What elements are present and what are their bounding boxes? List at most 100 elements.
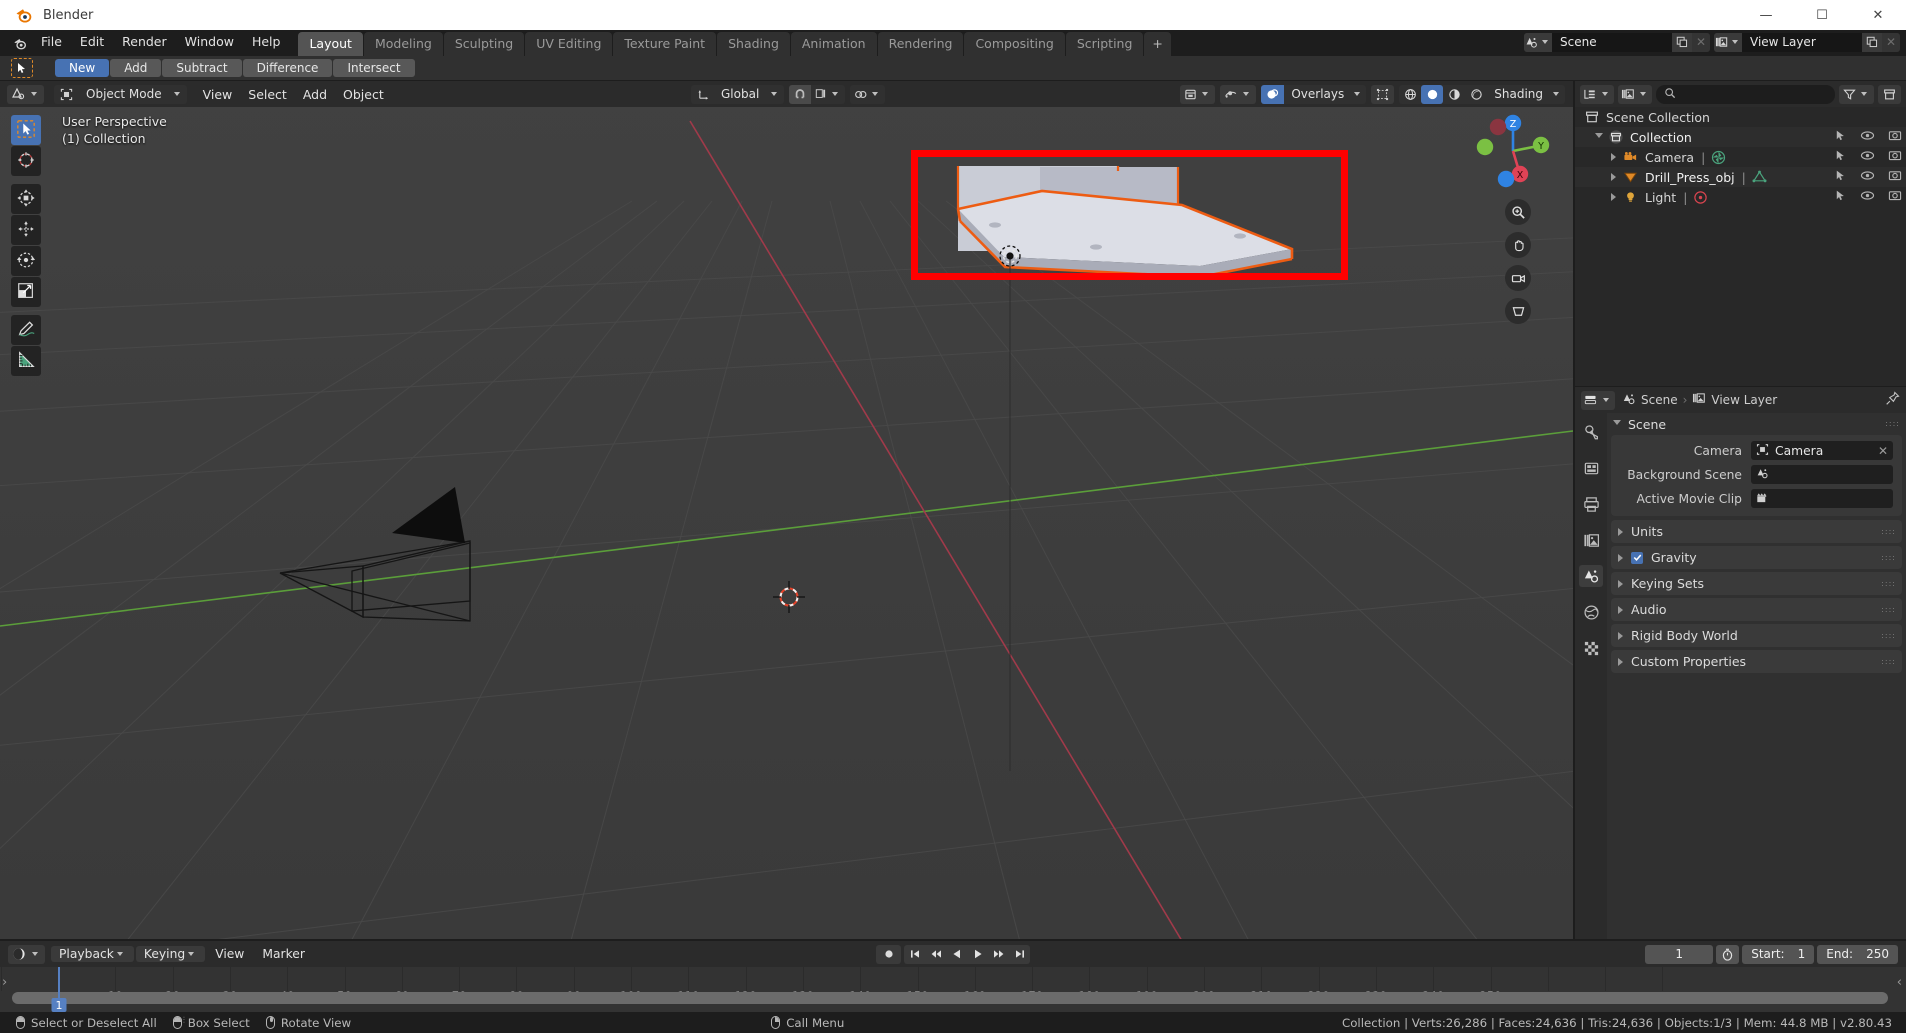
filter-icon[interactable] — [1839, 84, 1874, 104]
toggle-perspective-icon[interactable] — [1505, 298, 1531, 324]
chevron-right-icon[interactable] — [1618, 605, 1623, 614]
properties-editor[interactable]: Scene › View Layer Scene:::: Camera Cam… — [1575, 387, 1906, 939]
viewport-menu-view[interactable]: View — [195, 86, 241, 103]
tab-layout[interactable]: Layout — [298, 32, 363, 56]
breadcrumb-scene-label[interactable]: Scene — [1641, 393, 1678, 407]
panel-gravity[interactable]: Gravity :::: — [1611, 546, 1902, 569]
shading-rendered-icon[interactable] — [1465, 85, 1487, 104]
bool-mode-intersect[interactable]: Intersect — [333, 59, 415, 77]
panel-keying-sets[interactable]: Keying Sets :::: — [1611, 572, 1902, 595]
timeline-collapse-arrow-icon[interactable]: ‹ — [1897, 975, 1902, 990]
panel-custom-properties[interactable]: Custom Properties :::: — [1611, 650, 1902, 673]
duplicate-icon[interactable] — [1862, 32, 1882, 52]
eye-icon[interactable] — [1860, 189, 1875, 205]
tab-scripting[interactable]: Scripting — [1065, 32, 1144, 56]
tab-animation[interactable]: Animation — [790, 32, 877, 56]
tab-compositing[interactable]: Compositing — [964, 32, 1065, 56]
viewport-menu-select[interactable]: Select — [240, 86, 295, 103]
properties-editor-icon[interactable] — [1581, 390, 1615, 410]
annotate-tool[interactable] — [11, 315, 41, 345]
snap-increment-icon[interactable] — [811, 88, 845, 100]
add-workspace-button[interactable]: + — [1144, 32, 1171, 56]
chevron-right-icon[interactable] — [1618, 657, 1623, 666]
properties-tab-output[interactable] — [1579, 493, 1603, 515]
outliner-row-scene-collection[interactable]: Scene Collection — [1575, 107, 1906, 127]
camera-data-icon[interactable] — [1711, 150, 1726, 165]
eye-icon[interactable] — [1860, 129, 1875, 145]
shading-wireframe-icon[interactable] — [1399, 85, 1421, 104]
chevron-right-icon[interactable] — [1618, 527, 1623, 536]
properties-tab-world[interactable] — [1579, 601, 1603, 623]
tweak-select-tool[interactable] — [11, 115, 41, 145]
cursor-tool[interactable] — [11, 146, 41, 176]
window-minimize-button[interactable]: — — [1738, 0, 1794, 30]
frame-start-field[interactable]: Start: 1 — [1742, 944, 1815, 964]
chevron-down-icon[interactable] — [1613, 419, 1621, 429]
current-frame-field[interactable]: 1 — [1645, 944, 1714, 964]
xray-icon[interactable] — [1371, 84, 1395, 104]
camera-view-icon[interactable] — [1505, 265, 1531, 291]
outliner-search-field[interactable] — [1682, 87, 1827, 101]
camera-render-icon[interactable] — [1888, 169, 1902, 185]
shading-solid-icon[interactable] — [1421, 84, 1444, 104]
overlays-icon[interactable] — [1261, 84, 1285, 104]
active-movie-clip-field[interactable] — [1751, 489, 1893, 508]
properties-tab-texture[interactable] — [1579, 637, 1603, 659]
view-layer-icon[interactable] — [1714, 32, 1742, 52]
chevron-right-icon[interactable] — [1611, 153, 1616, 161]
tab-modeling[interactable]: Modeling — [363, 32, 443, 56]
view-layer-unlink-button[interactable]: ✕ — [1882, 32, 1900, 52]
blender-menu-icon[interactable] — [6, 30, 32, 56]
timeline-ruler[interactable]: 1020304050607080901001101201301401501601… — [0, 967, 1906, 1012]
overlays-label[interactable]: Overlays — [1284, 85, 1351, 104]
light-data-icon[interactable] — [1693, 190, 1708, 205]
tab-texture-paint[interactable]: Texture Paint — [613, 32, 717, 56]
camera-field-clear-button[interactable]: ✕ — [1878, 444, 1888, 458]
select-arrow-icon[interactable] — [1834, 129, 1847, 145]
bool-mode-subtract[interactable]: Subtract — [162, 59, 242, 77]
timeline-menu-keying[interactable]: Keying — [135, 946, 206, 962]
navigation-gizmo[interactable]: Z Y X — [1471, 109, 1555, 193]
record-icon[interactable] — [876, 944, 901, 964]
timeline-menu-playback[interactable]: Playback — [51, 946, 134, 962]
rotate-tool[interactable] — [11, 246, 41, 276]
menu-file[interactable]: File — [32, 31, 71, 53]
outliner-search-input[interactable] — [1656, 84, 1835, 104]
outliner-row-light[interactable]: Light | — [1575, 187, 1906, 207]
window-close-button[interactable]: ✕ — [1850, 0, 1906, 30]
select-arrow-icon[interactable] — [1834, 169, 1847, 185]
proportional-edit-icon[interactable] — [850, 84, 886, 104]
viewport-menu-add[interactable]: Add — [295, 86, 335, 103]
jump-to-start-icon[interactable] — [904, 945, 925, 964]
shading-label[interactable]: Shading — [1487, 85, 1550, 104]
gravity-checkbox[interactable] — [1631, 551, 1643, 564]
menu-help[interactable]: Help — [243, 31, 290, 53]
play-icon[interactable] — [967, 945, 988, 964]
measure-tool[interactable] — [11, 346, 41, 376]
timeline-editor[interactable]: Playback Keying View Marker 1 Start: 1 E… — [0, 941, 1906, 1012]
new-collection-icon[interactable] — [1878, 84, 1901, 104]
select-arrow-icon[interactable] — [1834, 149, 1847, 165]
tab-sculpting[interactable]: Sculpting — [443, 32, 525, 56]
timeline-menu-view[interactable]: View — [207, 946, 252, 962]
bool-mode-new[interactable]: New — [55, 59, 110, 77]
mesh-data-icon[interactable] — [1752, 170, 1767, 184]
menu-window[interactable]: Window — [176, 31, 243, 53]
outliner-row-collection[interactable]: Collection — [1575, 127, 1906, 147]
select-arrow-icon[interactable] — [1834, 189, 1847, 205]
properties-tab-render[interactable] — [1579, 457, 1603, 479]
properties-tab-tool[interactable] — [1579, 421, 1603, 443]
camera-render-icon[interactable] — [1888, 149, 1902, 165]
scale-tool[interactable] — [11, 277, 41, 307]
show-gizmo-icon[interactable] — [1180, 84, 1216, 104]
viewport-menu-object[interactable]: Object — [335, 86, 392, 103]
outliner-row-drill-press-obj[interactable]: Drill_Press_obj | — [1575, 167, 1906, 187]
view-layer-icon[interactable] — [1618, 84, 1652, 104]
timeline-menu-marker[interactable]: Marker — [254, 946, 313, 962]
3d-viewport[interactable]: Object Mode View Select Add Object Globa… — [0, 81, 1573, 939]
previous-keyframe-icon[interactable] — [925, 945, 946, 964]
magnet-icon[interactable] — [789, 84, 812, 104]
cursor-select-box-icon[interactable] — [11, 58, 33, 78]
chevron-right-icon[interactable] — [1618, 553, 1623, 562]
camera-render-icon[interactable] — [1888, 189, 1902, 205]
